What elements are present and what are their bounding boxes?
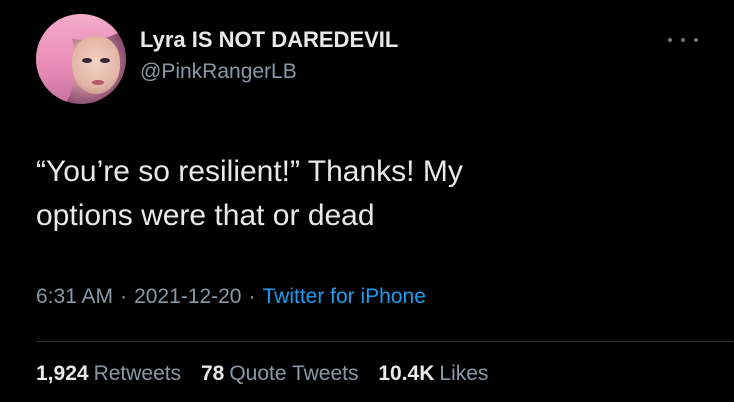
user-handle[interactable]: @PinkRangerLB [140,60,297,84]
tweet-text-line: options were that or dead [36,199,375,232]
quote-tweets-stat[interactable]: 78 Quote Tweets [201,362,359,386]
tweet-stats: 1,924 Retweets 78 Quote Tweets 10.4K Likes [36,362,502,386]
avatar-lips [92,80,104,85]
avatar-eye-left [82,58,92,63]
tweet-time[interactable]: 6:31 AM [36,285,113,308]
separator: · [120,285,128,308]
likes-stat[interactable]: 10.4K Likes [378,362,488,386]
avatar-eye-right [100,58,110,63]
separator: · [248,285,256,308]
likes-label: Likes [439,362,489,385]
more-options-icon[interactable] [668,30,698,50]
tweet-source-link[interactable]: Twitter for iPhone [262,285,425,308]
more-dot [681,38,685,42]
likes-count: 10.4K [378,362,435,385]
more-dot [694,38,698,42]
avatar-face [72,36,120,94]
display-name[interactable]: Lyra IS NOT DAREDEVIL [140,27,398,53]
more-dot [668,38,672,42]
retweets-label: Retweets [93,362,182,385]
avatar[interactable] [36,14,126,104]
avatar-hair-side [36,18,74,104]
tweet-text: “You’re so resilient!” Thanks! My option… [36,150,696,238]
retweets-count: 1,924 [36,362,89,385]
retweets-stat[interactable]: 1,924 Retweets [36,362,181,386]
tweet-text-line: “You’re so resilient!” Thanks! My [36,155,463,188]
tweet-metadata: 6:31 AM · 2021-12-20 · Twitter for iPhone [36,285,426,309]
tweet-card: Lyra IS NOT DAREDEVIL @PinkRangerLB “You… [0,0,734,402]
quote-tweets-label: Quote Tweets [229,362,359,385]
quote-tweets-count: 78 [200,362,225,385]
tweet-date[interactable]: 2021-12-20 [134,285,241,308]
divider [36,341,734,342]
